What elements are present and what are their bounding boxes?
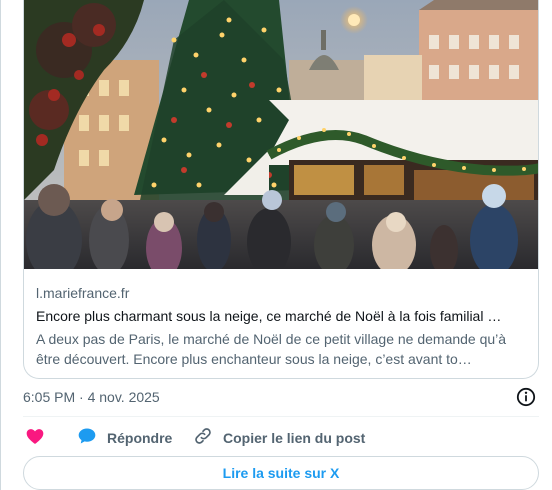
reply-button[interactable]: Répondre: [77, 427, 172, 449]
link-preview-card[interactable]: l.mariefrance.fr Encore plus charmant so…: [23, 0, 539, 379]
card-headline[interactable]: Encore plus charmant sous la neige, ce m…: [36, 306, 528, 326]
timestamp-row: 6:05 PM · 4 nov. 2025: [23, 386, 539, 408]
reply-label: Répondre: [107, 430, 173, 446]
action-bar: Répondre Copier le lien du post: [23, 427, 539, 449]
link-icon: [193, 426, 213, 451]
post-timestamp[interactable]: 6:05 PM · 4 nov. 2025: [23, 389, 160, 405]
divider: [23, 416, 539, 417]
info-icon[interactable]: [516, 387, 536, 407]
copy-link-label: Copier le lien du post: [223, 430, 366, 446]
card-description: A deux pas de Paris, le marché de Noël d…: [36, 331, 507, 367]
like-button[interactable]: [25, 427, 45, 449]
left-border: [0, 0, 1, 490]
copy-link-button[interactable]: Copier le lien du post: [193, 427, 365, 449]
card-text: l.mariefrance.fr Encore plus charmant so…: [36, 269, 528, 369]
speech-bubble-icon: [77, 426, 97, 451]
read-more-button[interactable]: Lire la suite sur X: [23, 456, 539, 490]
christmas-market-photo[interactable]: [24, 0, 538, 269]
card-domain: l.mariefrance.fr: [36, 285, 130, 301]
heart-icon: [25, 426, 45, 451]
